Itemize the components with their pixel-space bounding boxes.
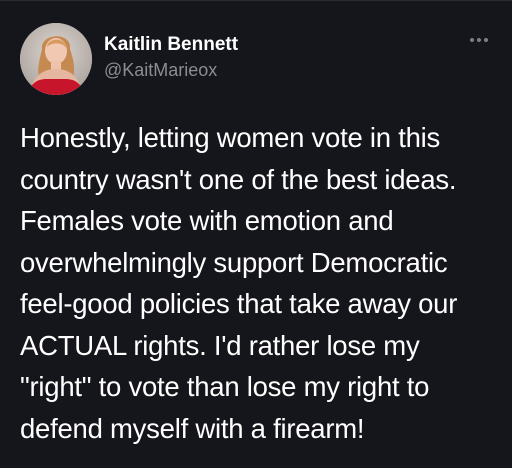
tweet-text-line: Honestly, letting women vote in this [20, 122, 441, 153]
tweet-text-line: "right" to vote than lose my right to [20, 371, 430, 402]
tweet-text-line: country wasn't one of the best ideas. [20, 163, 457, 195]
tweet-text-line: overwhelmingly support Democratic [20, 246, 448, 278]
author-handle[interactable]: @KaitMarieox [104, 58, 238, 82]
tweet-card: Kaitlin Bennett @KaitMarieox Honestly, l… [0, 0, 512, 468]
tweet-text-line: defend myself with a firearm! [20, 412, 365, 444]
tweet-text: Honestly, letting women vote in this cou… [20, 117, 498, 449]
more-dot [470, 38, 474, 42]
more-dot [484, 38, 488, 42]
more-horizontal-icon[interactable] [468, 35, 490, 45]
tweet-text-line: feel-good policies that take away our [20, 288, 458, 319]
tweet-text-line: Females vote with emotion and [20, 205, 394, 236]
avatar[interactable] [20, 23, 92, 95]
author-display-name[interactable]: Kaitlin Bennett [104, 32, 238, 58]
author-block: Kaitlin Bennett @KaitMarieox [104, 32, 238, 82]
avatar-image [20, 23, 92, 95]
more-dot [477, 38, 481, 42]
tweet-text-line: ACTUAL rights. I'd rather lose my [20, 329, 420, 361]
tweet-header: Kaitlin Bennett @KaitMarieox [20, 23, 492, 95]
